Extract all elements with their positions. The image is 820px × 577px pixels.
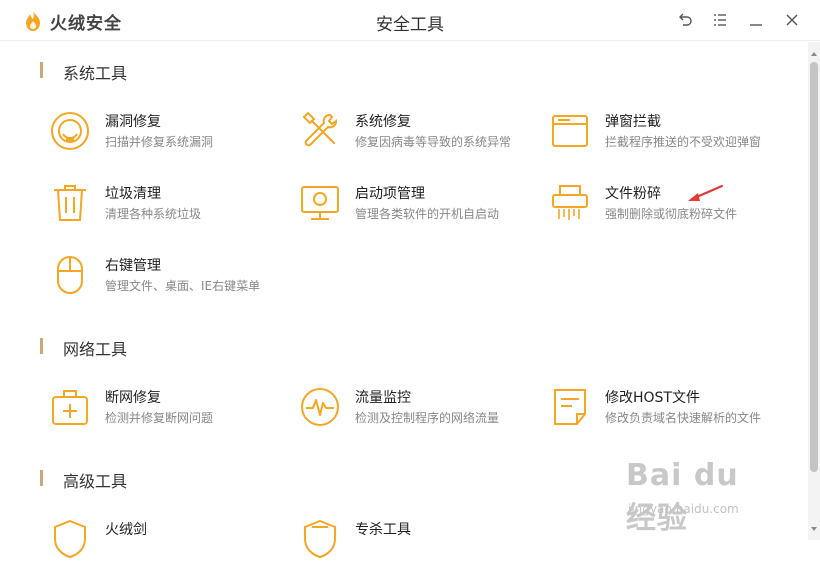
close-icon[interactable] — [782, 10, 802, 30]
annotation-arrow-icon — [686, 184, 724, 204]
tool-file-shredder[interactable]: 文件粉碎 强制删除或彻底粉碎文件 — [550, 183, 790, 241]
watermark-url: jingyan.baidu.com — [628, 502, 739, 516]
tool-huorong-sword[interactable]: 火绒剑 — [50, 519, 290, 577]
section-title-system-tools: 系统工具 — [63, 64, 128, 83]
title-bar: 火绒安全 安全工具 — [0, 0, 820, 41]
tool-trash-clean[interactable]: 垃圾清理 清理各种系统垃圾 — [50, 183, 290, 241]
antivirus-shield-icon — [300, 519, 340, 559]
tool-name: 漏洞修复 — [105, 114, 161, 130]
sword-shield-icon — [50, 519, 90, 559]
scrollbar-thumb[interactable] — [810, 62, 818, 472]
tool-popup-block[interactable]: 弹窗拦截 拦截程序推送的不受欢迎弹窗 — [550, 111, 790, 169]
huorong-logo-icon — [22, 10, 44, 32]
tool-desc: 强制删除或彻底粉碎文件 — [605, 207, 738, 221]
scroll-down-icon[interactable] — [809, 519, 819, 531]
scroll-up-icon[interactable] — [809, 44, 819, 56]
tool-name: 专杀工具 — [355, 522, 411, 538]
brand-name: 火绒安全 — [50, 14, 122, 34]
tool-desc: 检测及控制程序的网络流量 — [355, 411, 500, 425]
tool-desc: 拦截程序推送的不受欢迎弹窗 — [605, 135, 762, 149]
vulnerability-repair-icon — [50, 111, 90, 151]
startup-manager-icon — [300, 183, 340, 223]
traffic-monitor-icon — [300, 387, 340, 427]
tool-startup-manager[interactable]: 启动项管理 管理各类软件的开机自启动 — [300, 183, 540, 241]
tool-name: 系统修复 — [355, 114, 411, 130]
tool-name: 火绒剑 — [105, 522, 147, 538]
section-marker — [40, 470, 43, 486]
section-marker — [40, 62, 43, 78]
section-marker — [40, 338, 43, 354]
tool-network-repair[interactable]: 断网修复 检测并修复断网问题 — [50, 387, 290, 445]
tool-desc: 修复因病毒等导致的系统异常 — [355, 135, 512, 149]
tool-desc: 检测并修复断网问题 — [105, 411, 214, 425]
back-icon[interactable] — [675, 10, 695, 30]
tool-context-menu-manager[interactable]: 右键管理 管理文件、桌面、IE右键菜单 — [50, 255, 290, 313]
system-repair-icon — [300, 111, 340, 151]
popup-block-icon — [550, 111, 590, 151]
tool-desc: 修改负责域名快速解析的文件 — [605, 411, 762, 425]
mouse-icon — [50, 255, 90, 295]
tool-antivirus-kit[interactable]: 专杀工具 — [300, 519, 540, 577]
host-file-icon — [550, 387, 590, 427]
tool-desc: 管理文件、桌面、IE右键菜单 — [105, 279, 261, 293]
trash-clean-icon — [50, 183, 90, 223]
tool-desc: 扫描并修复系统漏洞 — [105, 135, 214, 149]
tool-name: 右键管理 — [105, 258, 161, 274]
tool-name: 修改HOST文件 — [605, 390, 700, 406]
tool-name: 垃圾清理 — [105, 186, 161, 202]
network-repair-icon — [50, 387, 90, 427]
menu-icon[interactable] — [710, 10, 730, 30]
section-title-advanced-tools: 高级工具 — [63, 472, 128, 491]
minimize-icon[interactable] — [746, 10, 766, 30]
section-title-network-tools: 网络工具 — [63, 340, 128, 359]
file-shredder-icon — [550, 183, 590, 223]
baidu-watermark: Bai du 经验 jingyan.baidu.com — [626, 458, 776, 536]
tool-name: 启动项管理 — [355, 186, 425, 202]
tool-name: 弹窗拦截 — [605, 114, 661, 130]
watermark-logo: Bai du 经验 — [626, 458, 739, 536]
tool-name: 流量监控 — [355, 390, 411, 406]
tool-name: 断网修复 — [105, 390, 161, 406]
tool-desc: 管理各类软件的开机自启动 — [355, 207, 500, 221]
tool-traffic-monitor[interactable]: 流量监控 检测及控制程序的网络流量 — [300, 387, 540, 445]
tool-vulnerability-repair[interactable]: 漏洞修复 扫描并修复系统漏洞 — [50, 111, 290, 169]
tool-name: 文件粉碎 — [605, 186, 661, 202]
tool-system-repair[interactable]: 系统修复 修复因病毒等导致的系统异常 — [300, 111, 540, 169]
window-title: 安全工具 — [376, 15, 444, 35]
tool-desc: 清理各种系统垃圾 — [105, 207, 202, 221]
tool-host-file[interactable]: 修改HOST文件 修改负责域名快速解析的文件 — [550, 387, 790, 445]
